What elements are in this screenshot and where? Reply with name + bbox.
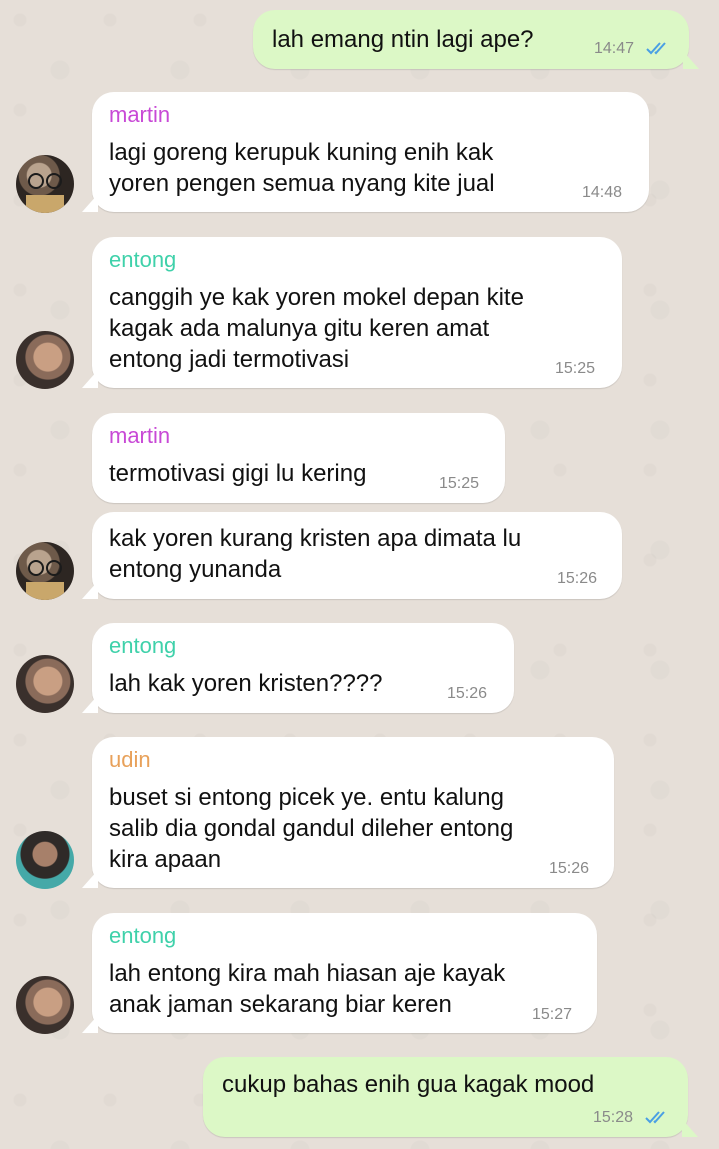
sender-name: udin (109, 747, 151, 772)
message-time: 14:47 (594, 40, 635, 57)
avatar-martin[interactable] (16, 542, 74, 600)
message-bubble-outgoing[interactable]: lah emang ntin lagi ape? 14:47 (253, 10, 699, 69)
avatar-entong[interactable] (16, 655, 74, 713)
message-text: lah emang ntin lagi ape? (272, 26, 534, 53)
avatar-entong[interactable] (16, 331, 74, 389)
avatar-martin[interactable] (16, 155, 74, 213)
message-text: lah kak yoren kristen???? (109, 670, 383, 697)
message-bubble-incoming[interactable]: udin buset si entong picek ye. entu kalu… (82, 737, 614, 888)
message-text: buset si entong picek ye. entu kalung sa… (109, 784, 514, 873)
message-time: 15:27 (532, 1006, 573, 1023)
glasses-icon (26, 173, 64, 213)
chat-background: lah emang ntin lagi ape? 14:47 martin la… (0, 0, 719, 1149)
message-bubble-incoming[interactable]: martin lagi goreng kerupuk kuning enih k… (82, 92, 649, 212)
message-time: 15:25 (439, 475, 480, 492)
sender-name: entong (109, 247, 177, 272)
read-receipt-icon (645, 1111, 665, 1124)
message-text: lagi goreng kerupuk kuning enih kak yore… (109, 139, 495, 197)
message-text: kak yoren kurang kristen apa dimata lu e… (109, 525, 522, 583)
message-bubble-outgoing[interactable]: cukup bahas enih gua kagak mood 15:28 (203, 1057, 698, 1137)
message-text: lah entong kira mah hiasan aje kayak ana… (109, 960, 506, 1018)
read-receipt-icon (646, 42, 666, 55)
avatar-udin[interactable] (16, 831, 74, 889)
message-text: canggih ye kak yoren mokel depan kite ka… (109, 284, 524, 373)
message-text: cukup bahas enih gua kagak mood (222, 1071, 595, 1098)
message-text: termotivasi gigi lu kering (109, 460, 367, 487)
glasses-icon (26, 560, 64, 600)
message-time: 15:26 (549, 860, 590, 877)
message-time: 15:28 (593, 1109, 634, 1126)
sender-name: entong (109, 923, 177, 948)
message-bubble-incoming[interactable]: martin termotivasi gigi lu kering 15:25 (92, 413, 505, 503)
message-time: 14:48 (582, 184, 623, 201)
message-bubble-incoming[interactable]: entong lah kak yoren kristen???? 15:26 (82, 623, 514, 713)
sender-name: entong (109, 633, 177, 658)
message-bubble-incoming[interactable]: kak yoren kurang kristen apa dimata lu e… (82, 512, 622, 599)
message-time: 15:26 (447, 685, 488, 702)
message-time: 15:26 (557, 570, 598, 587)
message-time: 15:25 (555, 360, 596, 377)
message-bubble-incoming[interactable]: entong lah entong kira mah hiasan aje ka… (82, 913, 597, 1033)
sender-name: martin (109, 102, 171, 127)
message-bubble-incoming[interactable]: entong canggih ye kak yoren mokel depan … (82, 237, 622, 388)
sender-name: martin (109, 423, 171, 448)
avatar-entong[interactable] (16, 976, 74, 1034)
